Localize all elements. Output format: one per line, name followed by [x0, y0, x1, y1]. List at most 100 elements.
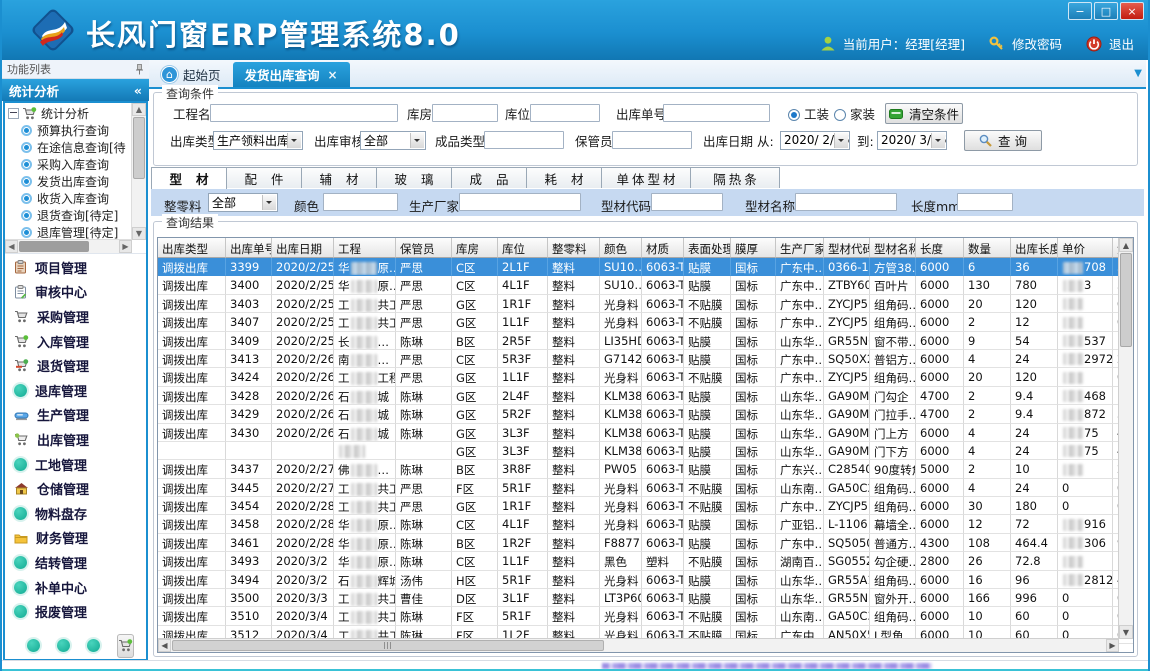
table-row[interactable]: 调拨出库34282020/2/26石城陈琳G区2L4F整料KLM38176063…	[158, 387, 1134, 405]
tree-item-收货入库查询[interactable]: 收货入库查询	[7, 190, 130, 207]
sidebar-item-结转管理[interactable]: 结转管理	[5, 550, 146, 575]
sidebar-item-生产管理[interactable]: 生产管理	[5, 403, 146, 428]
table-row[interactable]: 调拨出库34372020/2/27佛…陈琳B区3R8F整料PW056063-T5…	[158, 460, 1134, 478]
table-row[interactable]: 调拨出库34582020/2/28华原…陈琳C区4L1F整料光身料6063-T5…	[158, 515, 1134, 533]
project-name-input[interactable]	[210, 104, 398, 122]
material-tab-隔热条[interactable]: 隔热条	[690, 167, 780, 188]
manufacturer-input[interactable]	[459, 193, 581, 211]
order-no-input[interactable]	[663, 104, 770, 122]
material-tab-成品[interactable]: 成品	[451, 167, 527, 188]
sidebar-item-退库管理[interactable]: 退库管理	[5, 378, 146, 403]
dot-icon[interactable]	[57, 639, 70, 652]
column-header-工程[interactable]: 工程	[334, 238, 396, 258]
tree-hscroll-thumb[interactable]	[19, 241, 89, 252]
table-row[interactable]: 调拨出库34942020/3/2石辉城汤伟H区5R1F整料光身料6063-T5贴…	[158, 571, 1134, 589]
profile-code-input[interactable]	[651, 193, 723, 211]
clear-conditions-button[interactable]: 清空条件	[885, 103, 963, 124]
sidebar-item-补单中心[interactable]: 补单中心	[5, 575, 146, 600]
scroll-left-icon[interactable]: ◀	[158, 639, 171, 652]
column-header-出库长度[interactable]: 出库长度	[1011, 238, 1058, 258]
dot-icon[interactable]	[27, 639, 40, 652]
table-row[interactable]: 调拨出库34612020/2/28华原…陈琳B区1R2F整料F8877FT606…	[158, 534, 1134, 552]
sidebar-item-出库管理[interactable]: 出库管理	[5, 427, 146, 452]
length-input[interactable]	[957, 193, 1013, 211]
column-header-生产厂家[interactable]: 生产厂家	[776, 238, 824, 258]
column-header-出库单号[interactable]: 出库单号	[226, 238, 272, 258]
sidebar-item-采购管理[interactable]: 采购管理	[5, 304, 146, 329]
sidebar-section-header[interactable]: 统计分析 «	[2, 79, 149, 101]
scroll-down-icon[interactable]: ▼	[132, 227, 146, 240]
material-tab-配件[interactable]: 配件	[226, 167, 302, 188]
maximize-button[interactable]: □	[1094, 2, 1118, 20]
search-button[interactable]: 查 询	[964, 130, 1042, 151]
column-header-出库类型[interactable]: 出库类型	[158, 238, 226, 258]
column-header-数量[interactable]: 数量	[964, 238, 1011, 258]
column-header-表面处理[interactable]: 表面处理	[684, 238, 731, 258]
sidebar-item-项目管理[interactable]: 项目管理	[5, 255, 146, 280]
column-header-保管员[interactable]: 保管员	[396, 238, 452, 258]
column-header-型材名称[interactable]: 型材名称	[870, 238, 916, 258]
minimize-button[interactable]: −	[1068, 2, 1092, 20]
change-password-link[interactable]: 修改密码	[1012, 34, 1062, 53]
color-input[interactable]	[323, 193, 398, 211]
close-button[interactable]: ×	[1120, 2, 1144, 20]
sidebar-item-退货管理[interactable]: 退货管理	[5, 353, 146, 378]
logout-link[interactable]: 退出	[1109, 34, 1134, 53]
sidebar-item-工地管理[interactable]: 工地管理	[5, 452, 146, 477]
radio-gongzhuang[interactable]: 工装	[788, 104, 829, 123]
column-header-整零料[interactable]: 整零料	[548, 238, 600, 258]
keeper-input[interactable]	[612, 131, 692, 149]
tree-item-在途信息查询[待[interactable]: 在途信息查询[待	[7, 139, 130, 156]
table-horizontal-scrollbar[interactable]: ◀ ▶	[158, 638, 1119, 652]
scroll-down-icon[interactable]: ▼	[1119, 625, 1133, 639]
column-header-长度[interactable]: 长度	[916, 238, 964, 258]
tree-item-退货查询[待定][interactable]: 退货查询[待定]	[7, 207, 130, 224]
column-header-材质[interactable]: 材质	[642, 238, 684, 258]
sidebar-item-审核中心[interactable]: 审核中心	[5, 280, 146, 305]
pin-icon[interactable]	[135, 64, 144, 75]
dot-icon[interactable]	[87, 639, 100, 652]
scroll-right-icon[interactable]: ▶	[1106, 639, 1119, 652]
sidebar-item-物料盘存[interactable]: 物料盘存	[5, 501, 146, 526]
scroll-up-icon[interactable]: ▲	[1119, 238, 1133, 252]
sidebar-item-仓储管理[interactable]: 仓储管理	[5, 476, 146, 501]
location-input[interactable]	[530, 104, 600, 122]
tab-overflow-icon[interactable]: ▼	[1134, 68, 1142, 79]
material-tab-玻璃[interactable]: 玻璃	[376, 167, 452, 188]
tree-expander-icon[interactable]	[8, 108, 19, 119]
tree-vscroll-thumb[interactable]	[133, 117, 145, 179]
date-from-picker[interactable]: 2020/ 2/16	[780, 131, 850, 150]
table-row[interactable]: 调拨出库34292020/2/26石城陈琳G区5R2F整料KLM38176063…	[158, 405, 1134, 423]
tree-item-发货出库查询[interactable]: 发货出库查询	[7, 173, 130, 190]
collapse-icon[interactable]: «	[134, 83, 142, 98]
material-tab-耗材[interactable]: 耗材	[526, 167, 602, 188]
date-to-picker[interactable]: 2020/ 3/16	[877, 131, 947, 150]
table-row[interactable]: 调拨出库34032020/2/25工共工程严思G区1R1F整料光身料6063-T…	[158, 295, 1134, 313]
tree-vertical-scrollbar[interactable]: ▲ ▼	[131, 103, 146, 240]
scroll-up-icon[interactable]: ▲	[132, 103, 146, 116]
scroll-right-icon[interactable]: ▶	[119, 240, 132, 253]
column-header-库位[interactable]: 库位	[498, 238, 548, 258]
radio-jiazhuang[interactable]: 家装	[834, 104, 875, 123]
tree-root-statistics[interactable]: 统计分析	[7, 105, 130, 122]
table-row[interactable]: 调拨出库34002020/2/25华原…严思C区4L1F整料SU10…6063-…	[158, 276, 1134, 294]
whole-piece-select[interactable]: 全部	[208, 193, 278, 212]
tree-horizontal-scrollbar[interactable]: ◀ ▶	[5, 239, 132, 253]
column-header-型材代码[interactable]: 型材代码	[824, 238, 870, 258]
scroll-left-icon[interactable]: ◀	[5, 240, 18, 253]
column-header-出库日期[interactable]: 出库日期	[272, 238, 334, 258]
tab-shipment-query[interactable]: 发货出库查询 ×	[233, 62, 350, 87]
table-row[interactable]: 调拨出库34302020/2/26石城陈琳G区3L3F整料KLM38176063…	[158, 424, 1134, 442]
table-vscroll-thumb[interactable]	[1120, 253, 1132, 347]
table-hscroll-thumb[interactable]	[172, 640, 604, 651]
column-header-膜厚[interactable]: 膜厚	[731, 238, 776, 258]
column-header-单价[interactable]: 单价	[1058, 238, 1113, 258]
material-tab-型材[interactable]: 型材	[151, 167, 227, 189]
tree-item-采购入库查询[interactable]: 采购入库查询	[7, 156, 130, 173]
table-row[interactable]: 调拨出库34542020/2/28工共工程严思G区1R1F整料光身料6063-T…	[158, 497, 1134, 515]
tree-item-预算执行查询[interactable]: 预算执行查询	[7, 122, 130, 139]
cart-shortcut-button[interactable]	[117, 634, 134, 658]
table-row[interactable]: 调拨出库35102020/3/4工共工程陈琳F区5R1F整料光身料6063-T5…	[158, 607, 1134, 625]
tab-home[interactable]: ⌂ 起始页	[149, 62, 233, 87]
table-row[interactable]: 调拨出库34072020/2/25工共工程严思G区1L1F整料光身料6063-T…	[158, 313, 1134, 331]
